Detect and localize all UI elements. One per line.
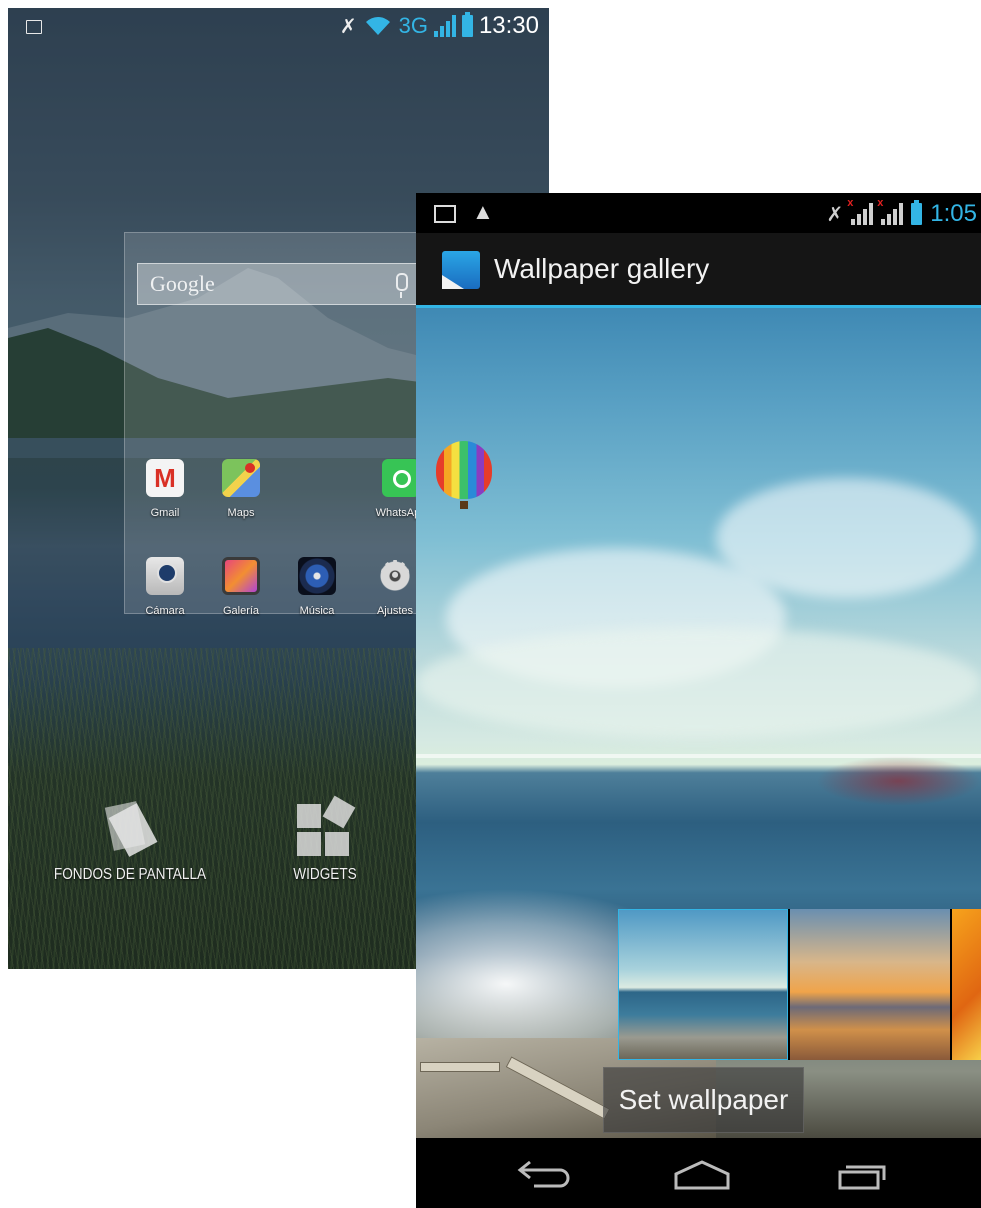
app-maps[interactable]: Maps — [211, 459, 271, 519]
back-icon[interactable] — [516, 1156, 572, 1192]
battery-icon — [911, 200, 923, 225]
signal-icon — [433, 15, 456, 37]
wallpaper-thumbnail-strip[interactable] — [618, 909, 981, 1060]
app-gallery[interactable]: Galería — [211, 557, 271, 617]
wallpaper-gallery-screen: ▲ ✗ x x 1:05 Wallpaper gallery Set wallp… — [416, 193, 981, 1208]
wallpapers-icon — [104, 800, 158, 857]
camera-icon — [146, 557, 184, 595]
wallpapers-option[interactable]: FONDOS DE PANTALLA — [30, 800, 230, 884]
hot-air-balloon — [436, 441, 492, 509]
network-type: 3G — [398, 13, 428, 38]
image-notification-icon — [26, 20, 42, 34]
status-time: 1:05 — [930, 200, 977, 227]
thumbnail-orange[interactable] — [952, 909, 981, 1060]
status-bar: ▲ ✗ x x 1:05 — [416, 193, 981, 233]
status-time: 13:30 — [478, 12, 539, 39]
battery-icon — [461, 12, 473, 37]
maps-icon — [222, 459, 260, 497]
google-search-bar[interactable]: Google — [137, 263, 429, 305]
settings-icon — [376, 553, 414, 599]
image-notification-icon — [434, 205, 456, 223]
widgets-option[interactable]: WIDGETS — [270, 795, 380, 884]
widgets-icon — [297, 795, 356, 856]
mic-icon[interactable] — [396, 273, 408, 298]
navigation-bar — [416, 1138, 981, 1208]
page-title: Wallpaper gallery — [494, 253, 710, 284]
mute-icon: ✗ — [339, 15, 357, 38]
app-gmail[interactable]: Gmail — [135, 459, 195, 519]
app-camera[interactable]: Cámara — [135, 557, 195, 617]
wifi-icon — [365, 17, 390, 35]
gallery-icon — [222, 557, 260, 595]
recent-apps-icon[interactable] — [836, 1156, 892, 1192]
signal-icon-sim2: x — [877, 197, 904, 225]
status-bar: ✗ 3G 13:30 — [8, 8, 549, 44]
warning-icon: ▲ — [472, 199, 494, 224]
wallpaper-app-icon[interactable] — [442, 251, 480, 289]
gmail-icon — [146, 459, 184, 497]
mute-icon: ✗ — [826, 203, 844, 226]
music-icon — [298, 557, 336, 595]
thumbnail-sunset-lake[interactable] — [790, 909, 950, 1060]
action-bar: Wallpaper gallery — [416, 233, 981, 308]
signal-icon-sim1: x — [847, 197, 874, 225]
whatsapp-icon — [382, 459, 420, 497]
app-music[interactable]: Música — [287, 557, 347, 617]
home-screen-preview[interactable]: Google Gmail Maps WhatsApp Cámara Galerí… — [124, 232, 429, 617]
thumbnail-sea-balloon[interactable] — [618, 909, 788, 1060]
google-logo: Google — [150, 271, 215, 296]
home-icon[interactable] — [672, 1156, 732, 1192]
set-wallpaper-button[interactable]: Set wallpaper — [603, 1067, 804, 1133]
